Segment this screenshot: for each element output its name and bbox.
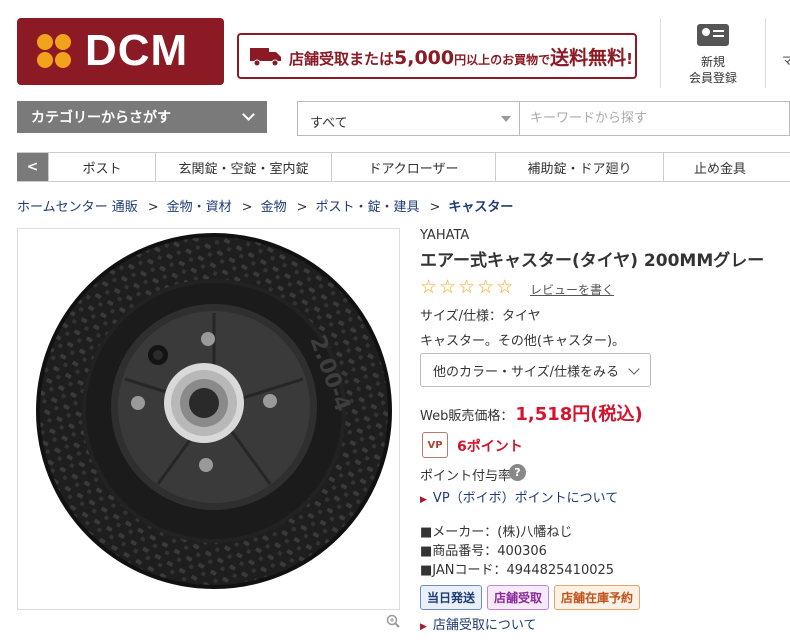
breadcrumb-current: キャスター [448, 200, 514, 215]
header-divider [765, 18, 766, 88]
product-brand: YAHATA [420, 228, 470, 243]
other-variants-label: 他のカラー・サイズ/仕様をみる [433, 364, 619, 380]
search-scope-select[interactable]: すべて [297, 101, 520, 136]
write-review-link[interactable]: レビューを書く [530, 281, 614, 298]
member-line1: 新規 [700, 55, 725, 69]
tag-store-pickup: 店舗受取 [487, 585, 550, 610]
tag-same-day-shipping: 当日発送 [420, 585, 483, 610]
chevron-down-icon [628, 363, 640, 375]
vp-points-info-link[interactable]: ▶ VP（ボイボ）ポイントについて [420, 487, 618, 506]
breadcrumb-item[interactable]: 金物・資材 [167, 200, 232, 215]
truncated-header-item[interactable]: マ [782, 52, 790, 68]
arrow-right-icon: ▶ [420, 622, 427, 632]
nav-prev-button[interactable]: < [17, 153, 48, 181]
price-value: 1,518円(税込) [515, 404, 643, 425]
dcm-logo[interactable]: DCM [17, 18, 224, 85]
breadcrumb: ホームセンター 通販 > 金物・資材 > 金物 > ポスト・錠・建具 > キャスター [17, 200, 514, 215]
price-label: Web販売価格： [420, 409, 514, 424]
keyword-search-input[interactable] [520, 101, 790, 136]
category-search-button[interactable]: カテゴリーからさがす [17, 101, 267, 133]
free-shipping-banner[interactable]: 店舗受取または5,000円以上のお買物で送料無料! [237, 33, 637, 79]
product-spec: サイズ/仕様：タイヤ [420, 309, 541, 324]
product-image[interactable]: 2.00-4 [17, 228, 400, 610]
tag-store-stock-reservation: 店舗在庫予約 [554, 585, 641, 610]
member-line2: 会員登録 [688, 71, 737, 85]
maker-info: ■メーカー：(株)八幡ねじ [420, 525, 573, 540]
rating-stars: ☆ ☆ ☆ ☆ ☆ [420, 277, 513, 297]
breadcrumb-item[interactable]: 金物 [261, 200, 287, 215]
help-icon[interactable]: ? [509, 464, 526, 481]
logo-text: DCM [85, 26, 189, 75]
chevron-down-icon [242, 108, 255, 121]
points-value: 6ポイント [457, 439, 523, 455]
star-icon: ☆ [439, 276, 457, 298]
truck-icon [250, 48, 281, 67]
nav-item-locks[interactable]: 玄関錠・空錠・室内錠 [155, 153, 331, 181]
logo-dots-icon [37, 34, 73, 70]
price-row: Web販売価格： 1,518円(税込) [420, 400, 643, 426]
zoom-icon[interactable] [386, 614, 400, 628]
star-icon: ☆ [458, 276, 476, 298]
product-description: キャスター。その他(キャスター)。 [420, 334, 626, 349]
nav-item-auxiliary-locks[interactable]: 補助錠・ドア廻り [495, 153, 663, 181]
star-icon: ☆ [420, 276, 438, 298]
breadcrumb-item[interactable]: ホームセンター 通販 [17, 200, 138, 215]
category-search-label: カテゴリーからさがす [31, 110, 171, 126]
arrow-right-icon: ▶ [420, 495, 427, 505]
category-nav: < ポスト 玄関錠・空錠・室内錠 ドアクローザー 補助錠・ドア廻り 止め金具 [17, 152, 790, 182]
member-card-icon [697, 24, 729, 46]
nav-item-door-closer[interactable]: ドアクローザー [331, 153, 495, 181]
caret-down-icon [501, 116, 511, 122]
product-number: ■商品番号：400306 [420, 544, 547, 559]
star-icon: ☆ [496, 276, 514, 298]
header-divider [660, 18, 661, 88]
search-scope-value: すべて [310, 116, 348, 131]
store-pickup-info-link[interactable]: ▶ 店舗受取について [420, 614, 537, 633]
jan-code: ■JANコード：4944825410025 [420, 563, 615, 578]
breadcrumb-item[interactable]: ポスト・錠・建具 [316, 200, 420, 215]
tire-wheel-image: 2.00-4 [36, 233, 392, 589]
points-rate-label: ポイント付与率 [420, 469, 512, 484]
other-variants-button[interactable]: 他のカラー・サイズ/仕様をみる [420, 353, 651, 387]
service-tags: 当日発送 店舗受取 店舗在庫予約 [420, 585, 641, 610]
nav-item-post[interactable]: ポスト [48, 153, 155, 181]
product-title: エアー式キャスター(タイヤ) 200MMグレー [420, 251, 765, 271]
new-member-registration-link[interactable]: 新規 会員登録 [665, 24, 761, 86]
vp-point-icon: VP [422, 432, 448, 458]
banner-text: 店舗受取または5,000円以上のお買物で送料無料! [289, 46, 633, 69]
star-icon: ☆ [477, 276, 495, 298]
nav-item-fasteners[interactable]: 止め金具 [663, 153, 790, 181]
